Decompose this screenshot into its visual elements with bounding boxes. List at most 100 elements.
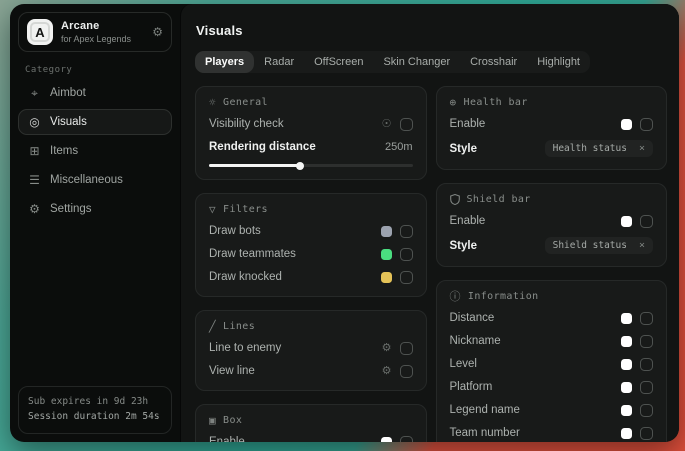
color-swatch[interactable] — [621, 216, 632, 227]
health-bar-card: ⊕ Health bar Enable Style Health stat — [436, 86, 668, 170]
color-swatch[interactable] — [621, 382, 632, 393]
view-line-checkbox[interactable] — [400, 365, 413, 378]
general-card: ☼ General Visibility check ☉ Rendering d… — [195, 86, 427, 180]
row-label: Draw knocked — [209, 271, 381, 283]
color-swatch[interactable] — [621, 119, 632, 130]
nickname-checkbox[interactable] — [640, 335, 653, 348]
row-label: Distance — [450, 312, 622, 324]
cube-icon: ⊞ — [28, 145, 41, 157]
app-window: A Arcane for Apex Legends ⚙ Category ⌖ A… — [10, 4, 679, 442]
rendering-distance-row: Rendering distance 250m — [209, 140, 413, 154]
clear-icon[interactable]: × — [639, 240, 645, 251]
settings-gear-icon[interactable]: ⚙ — [152, 26, 163, 38]
subscription-status-card: Sub expires in 9d 23h Session duration 2… — [18, 386, 172, 434]
box-enable-checkbox[interactable] — [400, 436, 413, 443]
category-label: Category — [25, 65, 165, 75]
color-swatch[interactable] — [381, 249, 392, 260]
sidebar-item-miscellaneous[interactable]: ☰ Miscellaneous — [18, 167, 172, 193]
sidebar-item-aimbot[interactable]: ⌖ Aimbot — [18, 80, 172, 106]
sidebar-item-label: Settings — [50, 203, 92, 215]
row-label: Rendering distance — [209, 141, 385, 153]
color-swatch[interactable] — [621, 359, 632, 370]
health-enable-checkbox[interactable] — [640, 118, 653, 131]
draw-teammates-checkbox[interactable] — [400, 248, 413, 261]
distance-row: Distance — [450, 311, 654, 325]
card-title: General — [223, 97, 268, 108]
rendering-distance-slider[interactable] — [209, 164, 413, 167]
sidebar-item-label: Aimbot — [50, 87, 86, 99]
team-number-checkbox[interactable] — [640, 427, 653, 440]
box-enable-row: Enable — [209, 435, 413, 442]
shield-icon — [450, 194, 460, 205]
color-swatch[interactable] — [381, 226, 392, 237]
tab-offscreen[interactable]: OffScreen — [304, 51, 373, 73]
left-column: ☼ General Visibility check ☉ Rendering d… — [195, 86, 427, 442]
legend-name-checkbox[interactable] — [640, 404, 653, 417]
tab-radar[interactable]: Radar — [254, 51, 304, 73]
visibility-check-row: Visibility check ☉ — [209, 117, 413, 131]
diagonal-line-icon: ╱ — [209, 321, 216, 332]
card-title: Box — [223, 415, 242, 426]
slider-fill — [209, 164, 301, 167]
shield-bar-card: Shield bar Enable Style Shield status — [436, 183, 668, 267]
health-circle-icon: ⊕ — [450, 97, 457, 108]
app-subtitle: for Apex Legends — [61, 34, 144, 44]
visibility-check-checkbox[interactable] — [400, 118, 413, 131]
sidebar-item-settings[interactable]: ⚙ Settings — [18, 196, 172, 222]
sub-expiry-text: Sub expires in 9d 23h — [28, 394, 162, 410]
tab-highlight[interactable]: Highlight — [527, 51, 590, 73]
color-swatch[interactable] — [381, 437, 392, 443]
gear-icon[interactable]: ⚙ — [382, 366, 392, 377]
sidebar-nav: ⌖ Aimbot ◎ Visuals ⊞ Items ☰ Miscellaneo… — [18, 80, 172, 222]
app-logo: A — [27, 19, 53, 45]
row-label: Line to enemy — [209, 342, 382, 354]
gear-icon: ⚙ — [28, 203, 41, 215]
health-style-row: Style Health status × — [450, 140, 654, 157]
sidebar-item-items[interactable]: ⊞ Items — [18, 138, 172, 164]
filters-card: ▽ Filters Draw bots Draw teammates — [195, 193, 427, 297]
team-number-row: Team number — [450, 426, 654, 440]
selected-option: Health status — [553, 143, 627, 154]
card-title: Filters — [223, 204, 268, 215]
line-to-enemy-checkbox[interactable] — [400, 342, 413, 355]
tab-crosshair[interactable]: Crosshair — [460, 51, 527, 73]
view-line-row: View line ⚙ — [209, 364, 413, 378]
row-label: Enable — [209, 436, 381, 442]
gear-icon[interactable]: ⚙ — [382, 343, 392, 354]
color-swatch[interactable] — [381, 272, 392, 283]
legend-name-row: Legend name — [450, 403, 654, 417]
box-icon: ▣ — [209, 415, 216, 426]
tab-skin-changer[interactable]: Skin Changer — [373, 51, 460, 73]
settings-grid: ☼ General Visibility check ☉ Rendering d… — [195, 86, 667, 442]
row-label: Enable — [450, 118, 622, 130]
level-row: Level — [450, 357, 654, 371]
sidebar: A Arcane for Apex Legends ⚙ Category ⌖ A… — [10, 4, 180, 442]
tab-players[interactable]: Players — [195, 51, 254, 73]
row-label: View line — [209, 365, 382, 377]
level-checkbox[interactable] — [640, 358, 653, 371]
color-swatch[interactable] — [621, 336, 632, 347]
lines-card: ╱ Lines Line to enemy ⚙ View line ⚙ — [195, 310, 427, 391]
row-label: Style — [450, 240, 545, 252]
color-swatch[interactable] — [621, 313, 632, 324]
health-style-select[interactable]: Health status × — [545, 140, 653, 157]
draw-knocked-checkbox[interactable] — [400, 271, 413, 284]
page-title: Visuals — [196, 23, 667, 38]
shield-enable-row: Enable — [450, 214, 654, 228]
row-label: Team number — [450, 427, 622, 439]
platform-checkbox[interactable] — [640, 381, 653, 394]
draw-bots-checkbox[interactable] — [400, 225, 413, 238]
eye-icon: ◎ — [28, 116, 41, 128]
shield-enable-checkbox[interactable] — [640, 215, 653, 228]
shield-style-row: Style Shield status × — [450, 237, 654, 254]
eye-icon[interactable]: ☉ — [382, 119, 392, 130]
color-swatch[interactable] — [621, 405, 632, 416]
sidebar-item-visuals[interactable]: ◎ Visuals — [18, 109, 172, 135]
clear-icon[interactable]: × — [639, 143, 645, 154]
color-swatch[interactable] — [621, 428, 632, 439]
selected-option: Shield status — [553, 240, 627, 251]
funnel-icon: ▽ — [209, 204, 216, 215]
shield-style-select[interactable]: Shield status × — [545, 237, 653, 254]
rendering-distance-value: 250m — [385, 141, 413, 153]
distance-checkbox[interactable] — [640, 312, 653, 325]
